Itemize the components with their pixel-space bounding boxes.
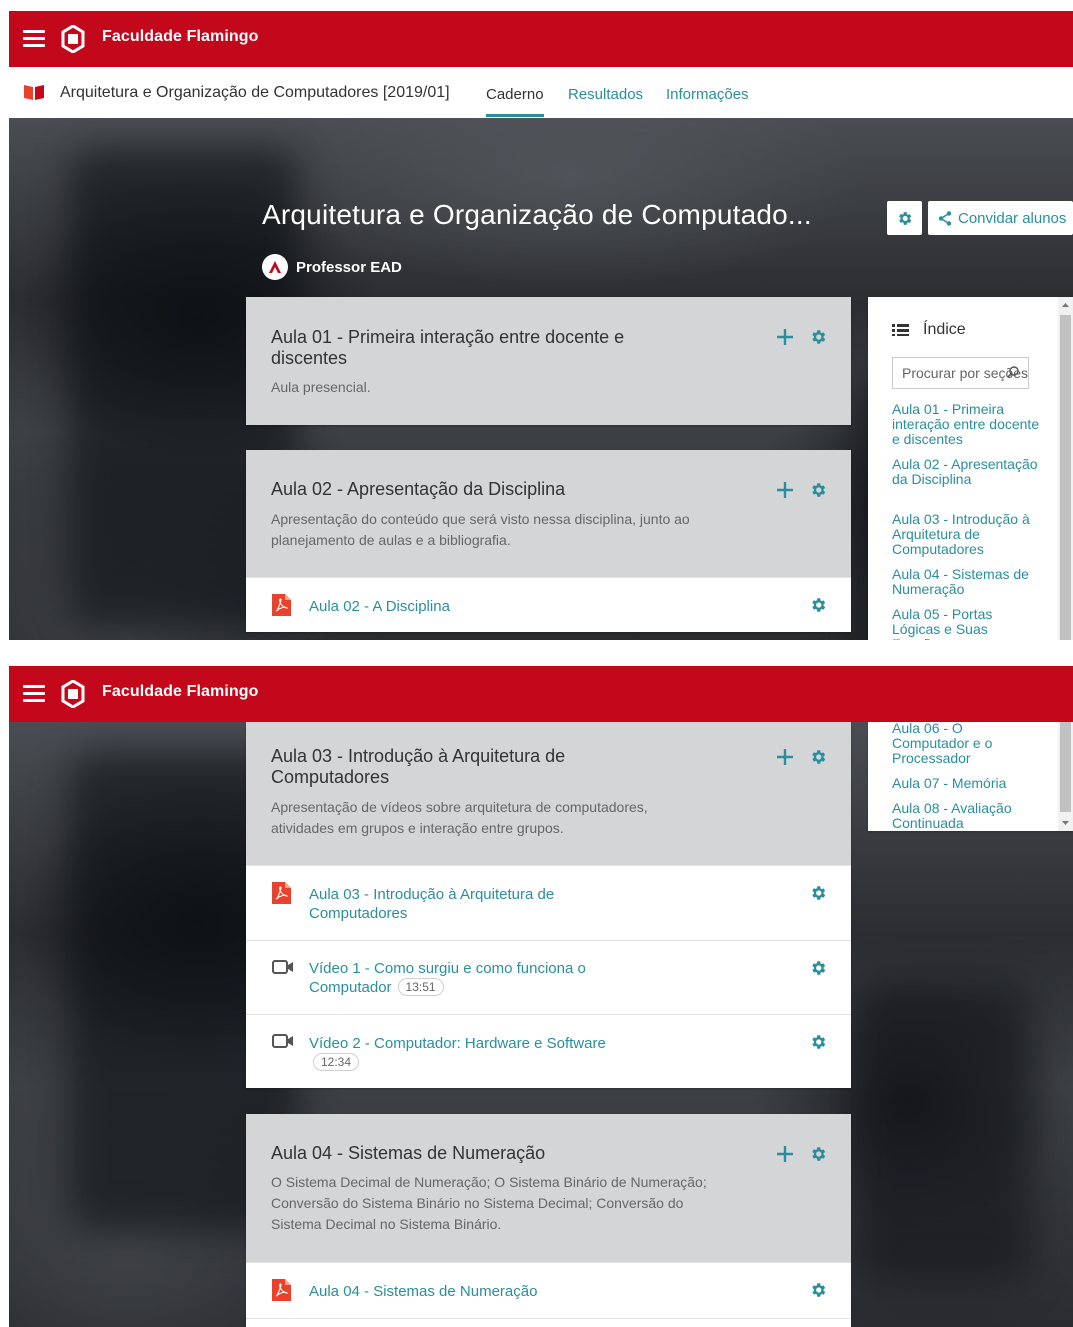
lesson-item-video[interactable]: Vídeo 2 - Computador: Hardware e Softwar… xyxy=(246,1014,851,1088)
index-sidebar: Aula 06 - O Computador e o Processador A… xyxy=(868,722,1073,831)
lesson-card-aula-03: Aula 03 - Introdução à Arquitetura de Co… xyxy=(246,722,851,1088)
index-link-aula-06[interactable]: Aula 06 - O Computador e o Processador xyxy=(892,722,1042,766)
share-icon xyxy=(938,210,952,226)
list-icon xyxy=(892,324,909,336)
brand-name[interactable]: Faculdade Flamingo xyxy=(102,683,259,701)
index-heading: Índice xyxy=(892,321,966,339)
lesson-title: Aula 03 - Introdução à Arquitetura de Co… xyxy=(271,746,566,787)
item-label[interactable]: Aula 02 - A Disciplina xyxy=(309,597,629,616)
gear-icon[interactable] xyxy=(809,748,827,766)
screenshot-top: Faculdade Flamingo Arquitetura e Organiz… xyxy=(9,11,1073,640)
gear-icon[interactable] xyxy=(809,481,827,499)
professor[interactable]: Professor EAD xyxy=(262,254,402,280)
gear-icon[interactable] xyxy=(809,1033,827,1051)
index-scrollbar[interactable] xyxy=(1058,722,1073,831)
index-link-aula-03[interactable]: Aula 03 - Introdução à Arquitetura de Co… xyxy=(892,512,1042,557)
search-icon[interactable] xyxy=(1007,366,1019,378)
lesson-item-pdf[interactable]: Aula 04 - Sistemas de Numeração xyxy=(246,1262,851,1327)
menu-icon[interactable] xyxy=(23,30,45,48)
lesson-description: O Sistema Decimal de Numeração; O Sistem… xyxy=(271,1174,707,1232)
item-label[interactable]: Aula 03 - Introdução à Arquitetura de Co… xyxy=(309,885,579,923)
invite-students-button[interactable]: Convidar alunos xyxy=(928,201,1073,235)
scroll-up-icon[interactable] xyxy=(1058,299,1073,311)
course-name: Arquitetura e Organização de Computadore… xyxy=(60,84,450,101)
gear-icon xyxy=(899,211,912,225)
book-icon xyxy=(24,85,44,100)
lesson-description: Apresentação de vídeos sobre arquitetura… xyxy=(271,799,648,836)
index-sidebar: Índice Procurar por seções Aula 01 - Pri… xyxy=(868,297,1073,640)
lesson-title: Aula 02 - Apresentação da Disciplina xyxy=(271,479,566,499)
avatar xyxy=(262,254,288,280)
index-link-aula-04[interactable]: Aula 04 - Sistemas de Numeração xyxy=(892,567,1042,597)
index-scrollbar[interactable] xyxy=(1058,297,1073,640)
gear-icon[interactable] xyxy=(809,1281,827,1299)
lesson-item-video[interactable]: Vídeo 1 - Como surgiu e como funciona o … xyxy=(246,940,851,1014)
top-bar: Faculdade Flamingo xyxy=(9,11,1073,67)
index-link-aula-05[interactable]: Aula 05 - Portas Lógicas e Suas Funções xyxy=(892,607,1042,641)
index-link-aula-01[interactable]: Aula 01 - Primeira interação entre docen… xyxy=(892,402,1042,447)
screenshot-scrolled: Faculdade Flamingo Aula 06 - O Computado… xyxy=(9,666,1073,1327)
item-label[interactable]: Vídeo 2 - Computador: Hardware e Softwar… xyxy=(309,1034,629,1072)
tab-resultados[interactable]: Resultados xyxy=(568,86,643,117)
tab-informacoes[interactable]: Informações xyxy=(666,86,749,117)
pdf-icon xyxy=(272,1279,291,1301)
index-link-aula-02[interactable]: Aula 02 - Apresentação da Disciplina xyxy=(892,457,1042,487)
menu-icon[interactable] xyxy=(23,685,45,703)
gear-icon[interactable] xyxy=(809,959,827,977)
index-link-aula-08[interactable]: Aula 08 - Avaliação Continuada xyxy=(892,801,1042,831)
pdf-icon xyxy=(272,882,291,904)
lesson-title: Aula 01 - Primeira interação entre docen… xyxy=(271,327,625,368)
gear-icon[interactable] xyxy=(809,328,827,346)
plus-icon[interactable] xyxy=(776,748,794,766)
brand-name[interactable]: Faculdade Flamingo xyxy=(102,28,259,46)
scroll-thumb[interactable] xyxy=(1060,315,1071,640)
scroll-thumb[interactable] xyxy=(1060,722,1071,812)
invite-label: Convidar alunos xyxy=(958,209,1067,227)
logo-icon[interactable] xyxy=(61,680,85,708)
index-link-aula-07[interactable]: Aula 07 - Memória xyxy=(892,776,1042,791)
item-label[interactable]: Aula 04 - Sistemas de Numeração xyxy=(309,1282,629,1301)
lesson-item-pdf[interactable]: Aula 02 - A Disciplina xyxy=(246,577,851,632)
lesson-title: Aula 04 - Sistemas de Numeração xyxy=(271,1143,546,1163)
gear-icon[interactable] xyxy=(809,884,827,902)
professor-name: Professor EAD xyxy=(296,258,402,276)
course-settings-button[interactable] xyxy=(887,201,922,235)
lesson-card-aula-01: Aula 01 - Primeira interação entre docen… xyxy=(246,297,851,425)
plus-icon[interactable] xyxy=(776,328,794,346)
lesson-description: Apresentação do conteúdo que será visto … xyxy=(271,511,690,548)
top-bar: Faculdade Flamingo xyxy=(9,666,1073,722)
course-title: Arquitetura e Organização de Computado..… xyxy=(262,199,812,230)
tab-caderno[interactable]: Caderno xyxy=(486,86,544,117)
duration-badge: 12:34 xyxy=(313,1053,360,1071)
lesson-item-pdf[interactable]: Aula 03 - Introdução à Arquitetura de Co… xyxy=(246,865,851,940)
plus-icon[interactable] xyxy=(776,1145,794,1163)
gear-icon[interactable] xyxy=(809,1145,827,1163)
lesson-card-aula-04: Aula 04 - Sistemas de Numeração O Sistem… xyxy=(246,1114,851,1327)
lesson-card-aula-02: Aula 02 - Apresentação da Disciplina Apr… xyxy=(246,450,851,632)
lesson-description: Aula presencial. xyxy=(271,379,371,395)
video-icon xyxy=(272,1034,293,1048)
video-icon xyxy=(272,960,293,974)
pdf-icon xyxy=(272,594,291,616)
plus-icon[interactable] xyxy=(776,481,794,499)
course-nav: Arquitetura e Organização de Computadore… xyxy=(9,67,1073,118)
item-label[interactable]: Vídeo 1 - Como surgiu e como funciona o … xyxy=(309,959,599,997)
logo-icon[interactable] xyxy=(61,25,85,53)
scroll-down-icon[interactable] xyxy=(1058,817,1073,829)
duration-badge: 13:51 xyxy=(397,978,444,996)
gear-icon[interactable] xyxy=(809,596,827,614)
divider xyxy=(246,1318,851,1319)
